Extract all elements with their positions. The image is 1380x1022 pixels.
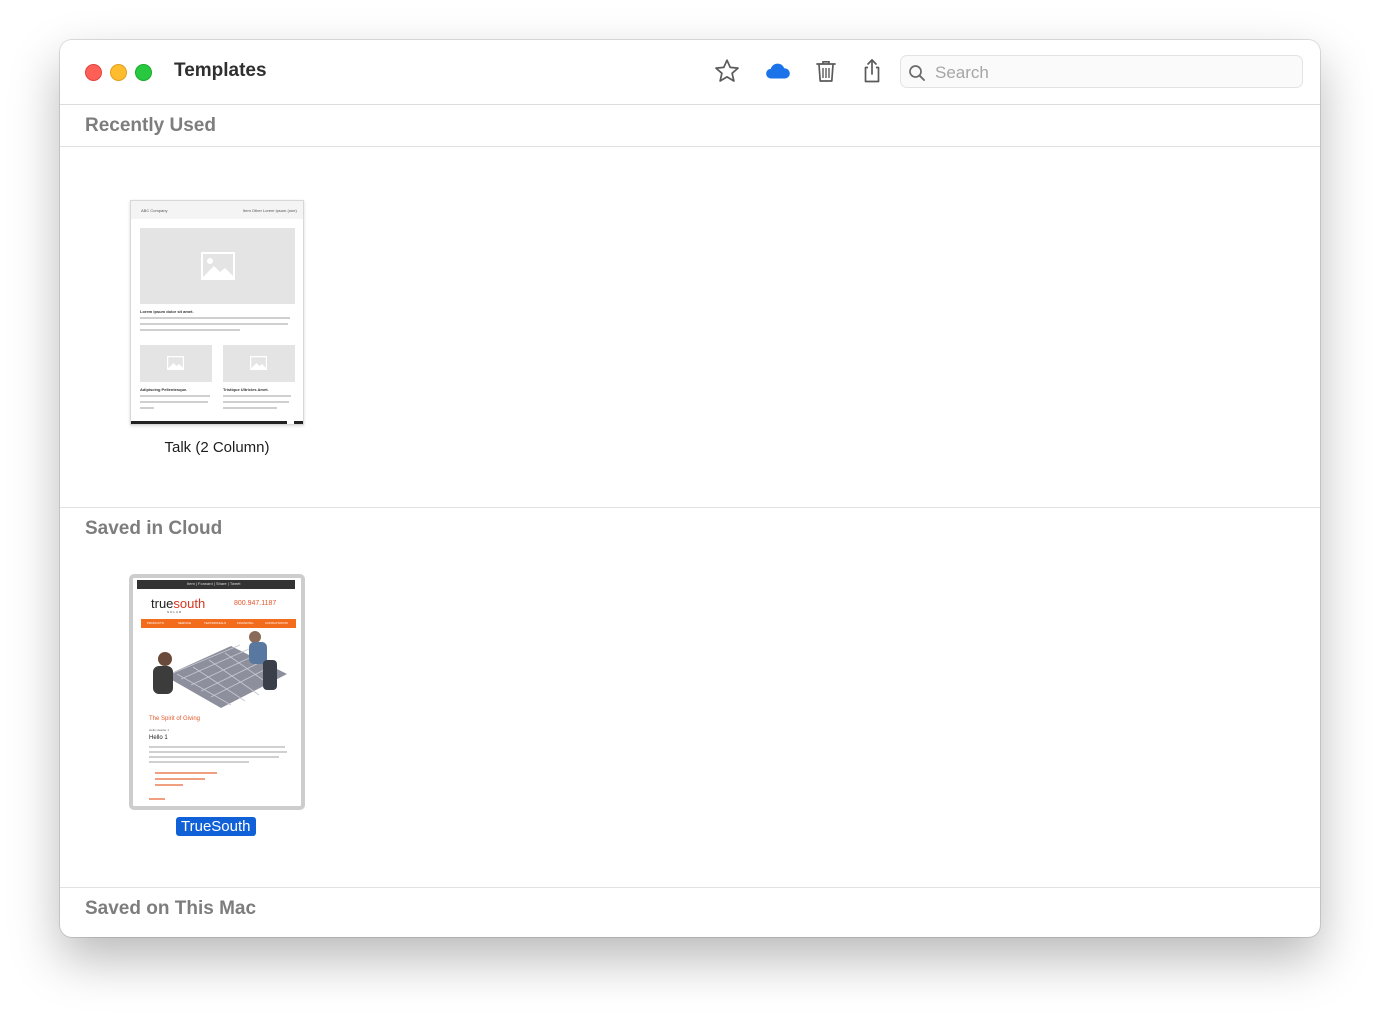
section-title: Saved on This Mac [85, 898, 257, 919]
preview-headline: The Spirit of Giving [149, 716, 201, 722]
template-thumbnail-truesouth[interactable]: Item | Forward | Share | Tweet truesouth… [129, 574, 305, 810]
title-bar: Templates [60, 40, 1320, 105]
image-placeholder-icon [201, 252, 235, 280]
preview-column-image-1 [140, 345, 212, 382]
section-header-saved-on-this-mac: Saved on This Mac [60, 888, 1320, 930]
templates-window: Templates Search Recently Used ABC Compa… [60, 40, 1320, 937]
window-title: Templates [174, 60, 267, 81]
preview-subhead: Hello 1 [149, 735, 168, 741]
preview-hero-photo [153, 631, 287, 708]
share-icon [864, 59, 880, 83]
image-placeholder-icon [250, 356, 267, 370]
section-title: Saved in Cloud [85, 518, 223, 539]
preview-menu-bar: PRODUCTS SERVICE TESTIMONIALS FINANCING … [141, 619, 296, 628]
search-input[interactable] [933, 60, 1297, 86]
section-header-saved-in-cloud: Saved in Cloud [60, 508, 1320, 550]
search-field[interactable] [900, 55, 1303, 88]
trash-icon [816, 61, 836, 82]
delete-button[interactable] [812, 57, 840, 85]
preview-column-image-2 [223, 345, 295, 382]
search-icon [909, 65, 925, 81]
preview-top-nav: Item | Forward | Share | Tweet [137, 580, 295, 589]
template-thumbnail-talk[interactable]: ABC Company Item Other Lorem Ipsum (one)… [130, 200, 304, 425]
minimize-button[interactable] [110, 64, 127, 81]
cloud-icon [766, 63, 790, 79]
preview-brand-sub: SOLAR [167, 610, 183, 614]
section-header-recently-used: Recently Used [60, 105, 1320, 147]
favorite-button[interactable] [713, 57, 741, 85]
template-name-talk[interactable]: Talk (2 Column) [130, 439, 304, 456]
image-placeholder-icon [167, 356, 184, 370]
share-button[interactable] [858, 57, 886, 85]
preview-col2-heading: Tristique Ultricies Amet. [223, 387, 269, 392]
close-button[interactable] [85, 64, 102, 81]
preview-heading: Lorem ipsum dolor sit amet. [140, 309, 194, 314]
preview-col1-heading: Adipiscing Pellentesque. [140, 387, 188, 392]
star-icon [715, 59, 739, 82]
section-title: Recently Used [85, 115, 216, 136]
zoom-button[interactable] [135, 64, 152, 81]
template-name-truesouth[interactable]: TrueSouth [176, 817, 256, 836]
icloud-button[interactable] [764, 57, 792, 85]
preview-phone: 800.947.1187 [234, 600, 277, 607]
preview-hero-image [140, 228, 295, 304]
preview-brand: truesouth [151, 596, 206, 611]
preview-company: ABC Company [141, 208, 168, 213]
preview-nav: Item Other Lorem Ipsum (one) [243, 208, 297, 213]
preview-greeting: Hello Header 1 [149, 728, 170, 732]
